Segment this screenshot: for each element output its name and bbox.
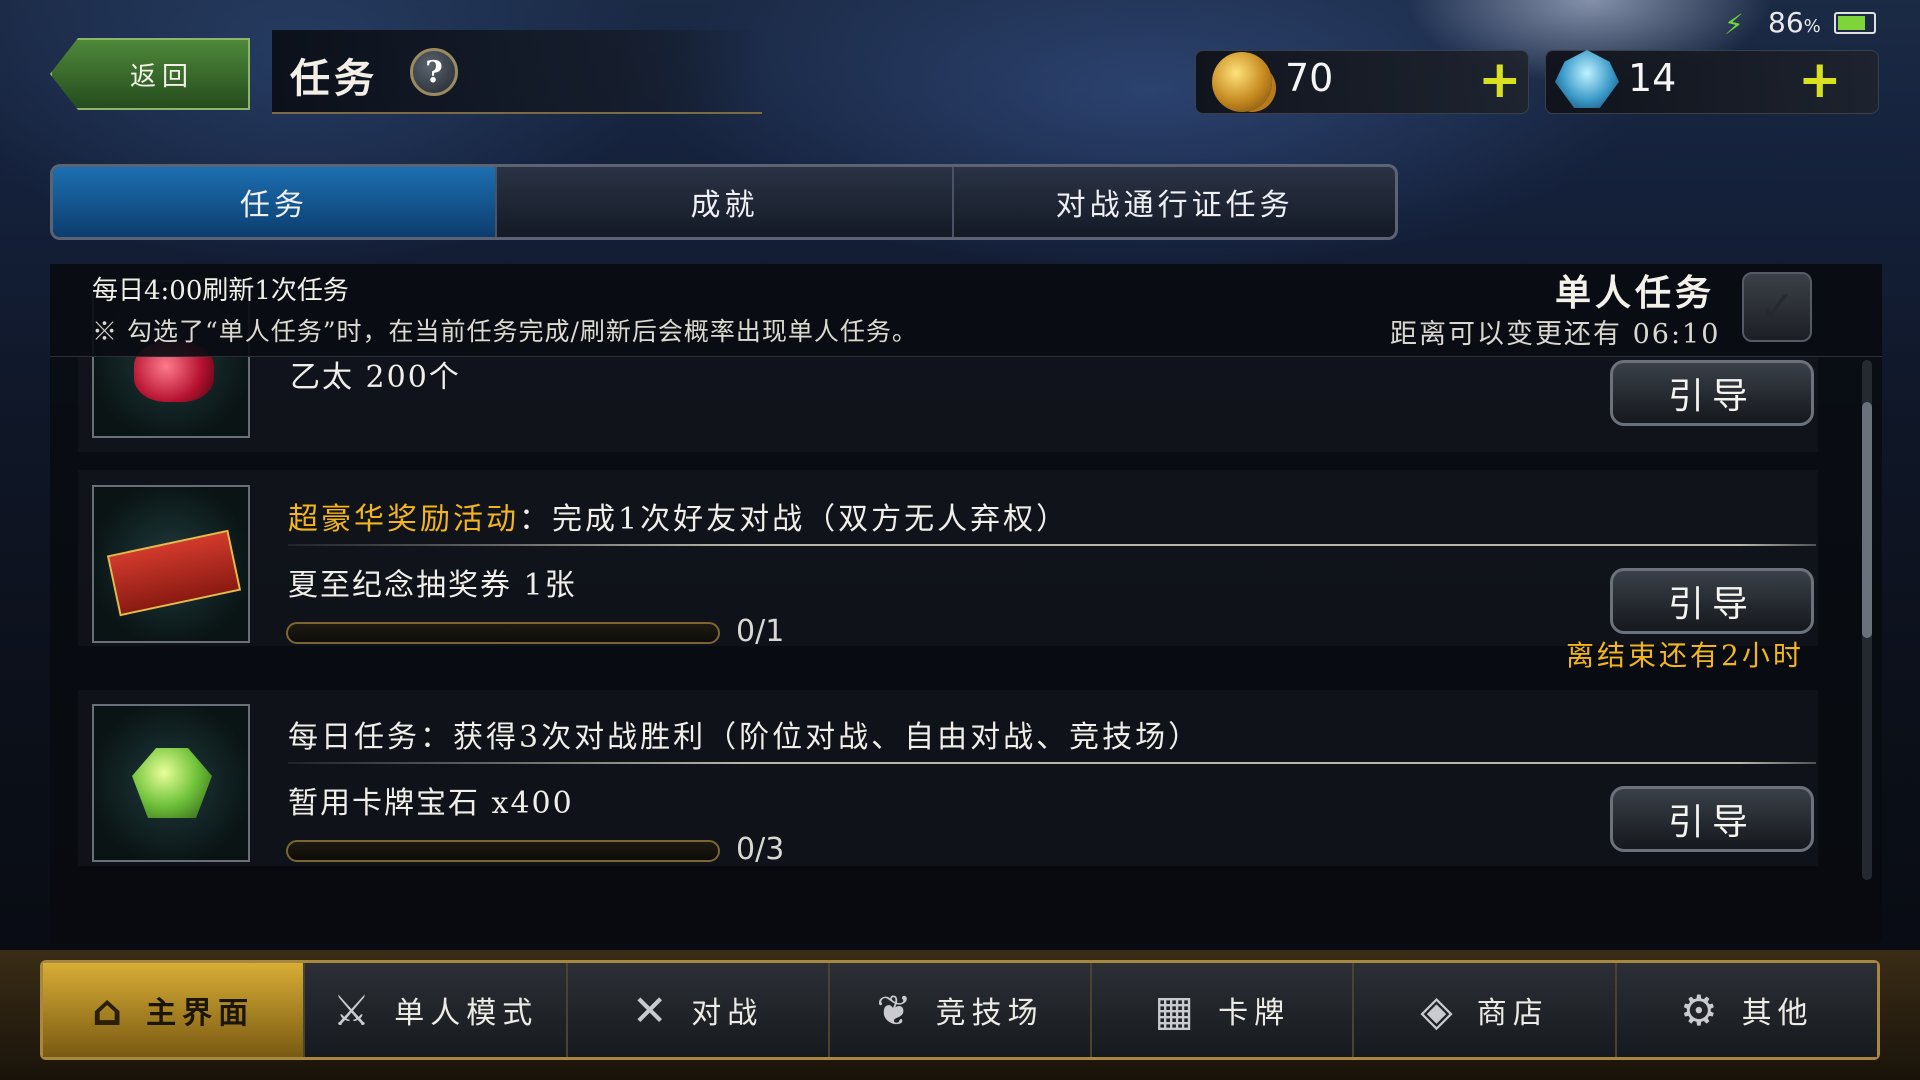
sword-shield-icon: ⚔ — [332, 985, 377, 1035]
nav-home[interactable]: ⌂ 主界面 — [43, 963, 306, 1057]
nav-solo-mode[interactable]: ⚔ 单人模式 — [305, 963, 568, 1057]
crystal-amount: 14 — [1628, 56, 1677, 100]
progress-count: 0/1 — [736, 614, 785, 649]
bottom-nav: ⌂ 主界面 ⚔ 单人模式 ✕ 对战 ❦ 竞技场 ▦ 卡牌 ◈ 商店 ⚙ 其他 — [40, 960, 1880, 1060]
nav-battle[interactable]: ✕ 对战 — [567, 963, 830, 1057]
nav-other[interactable]: ⚙ 其他 — [1616, 963, 1877, 1057]
mission-reward: 乙太 200个 — [290, 360, 461, 395]
gold-coin-icon — [1212, 52, 1272, 112]
page-title: 任务 — [290, 55, 378, 102]
mission-reward: 暂用卡牌宝石 x400 — [288, 786, 574, 821]
laurel-icon: ❦ — [876, 985, 918, 1035]
add-gold-button[interactable]: + — [1478, 54, 1522, 106]
help-icon[interactable]: ? — [410, 48, 458, 96]
gem-icon — [132, 748, 212, 818]
crossed-swords-icon: ✕ — [632, 985, 674, 1035]
reward-thumbnail — [92, 485, 250, 643]
progress-bar — [286, 840, 720, 862]
cards-icon: ▦ — [1154, 985, 1201, 1035]
solo-mission-label: 单人任务 — [1555, 272, 1716, 314]
nav-shop[interactable]: ◈ 商店 — [1354, 963, 1617, 1057]
guide-button[interactable]: 引导 — [1610, 568, 1814, 634]
mission-reward: 夏至纪念抽奖券 1张 — [288, 568, 577, 603]
battery-level: 86% — [1768, 6, 1821, 39]
home-icon: ⌂ — [92, 985, 129, 1035]
battery-icon — [1834, 12, 1876, 34]
nav-arena[interactable]: ❦ 竞技场 — [829, 963, 1093, 1057]
gold-amount: 70 — [1285, 56, 1334, 100]
tab-achievements[interactable]: 成就 — [497, 167, 955, 237]
refresh-info: 每日4:00刷新1次任务 — [92, 276, 349, 306]
solo-change-timer: 距离可以变更还有 06:10 — [1390, 319, 1721, 350]
divider — [288, 762, 1816, 764]
guide-button[interactable]: 引导 — [1610, 360, 1814, 426]
tab-battle-pass-missions[interactable]: 对战通行证任务 — [954, 167, 1395, 237]
reward-thumbnail — [92, 704, 250, 862]
guide-button[interactable]: 引导 — [1610, 786, 1814, 852]
solo-mission-note: ※ 勾选了“单人任务”时，在当前任务完成/刷新后会概率出现单人任务。 — [92, 317, 918, 346]
shop-icon: ◈ — [1420, 985, 1459, 1035]
tab-missions[interactable]: 任务 — [53, 167, 497, 237]
solo-mission-checkbox[interactable]: ✓ — [1742, 272, 1812, 342]
tab-bar: 任务 成就 对战通行证任务 — [50, 164, 1398, 240]
ticket-icon — [106, 529, 242, 617]
nav-cards[interactable]: ▦ 卡牌 — [1092, 963, 1355, 1057]
scrollbar-thumb[interactable] — [1862, 402, 1872, 638]
back-button[interactable]: 返回 — [50, 38, 250, 110]
mission-title: 超豪华奖励活动：完成1次好友对战（双方无人弃权） — [288, 502, 1070, 537]
charging-icon: ⚡ — [1724, 8, 1744, 41]
mission-title: 每日任务：获得3次对战胜利（阶位对战、自由对战、竞技场） — [288, 720, 1202, 755]
progress-bar — [286, 622, 720, 644]
progress-count: 0/3 — [736, 832, 785, 867]
mission-event-label: 超豪华奖励活动 — [288, 502, 519, 537]
event-time-left: 离结束还有2小时 — [1566, 639, 1804, 672]
add-crystal-button[interactable]: + — [1798, 54, 1842, 106]
divider — [288, 544, 1816, 546]
gear-icon: ⚙ — [1680, 985, 1724, 1035]
